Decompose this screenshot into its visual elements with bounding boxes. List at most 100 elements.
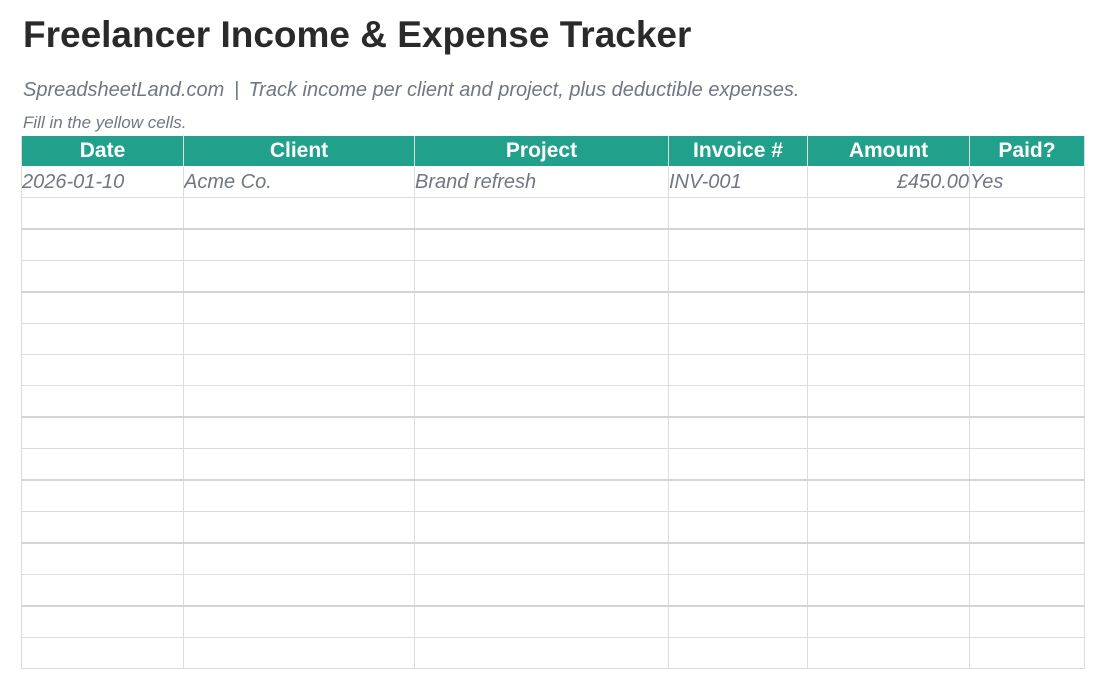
cell-amount[interactable] [807,260,970,293]
cell-project[interactable] [414,354,669,386]
cell-client[interactable] [183,197,415,230]
cell-client[interactable] [183,511,415,544]
cell-project[interactable] [414,197,669,230]
cell-date[interactable] [21,197,184,230]
cell-client[interactable] [183,323,415,355]
cell-amount[interactable]: £450.00 [807,166,970,198]
cell-date[interactable] [21,416,184,449]
cell-project[interactable] [414,385,669,418]
cell-paid[interactable] [969,637,1085,669]
cell-paid[interactable] [969,354,1085,386]
cell-client[interactable] [183,260,415,293]
cell-amount[interactable] [807,511,970,544]
cell-project[interactable]: Brand refresh [414,166,669,198]
cell-invoice[interactable] [668,448,808,481]
cell-date[interactable] [21,323,184,355]
cell-invoice[interactable] [668,542,808,575]
cell-paid[interactable] [969,574,1085,607]
cell-amount[interactable] [807,605,970,638]
cell-project[interactable] [414,637,669,669]
cell-date[interactable] [21,542,184,575]
cell-amount[interactable] [807,228,970,261]
cell-project[interactable] [414,574,669,607]
cell-invoice[interactable] [668,637,808,669]
cell-client[interactable] [183,291,415,324]
cell-client[interactable] [183,479,415,512]
cell-client[interactable] [183,605,415,638]
cell-project[interactable] [414,605,669,638]
cell-project[interactable] [414,291,669,324]
column-header-invoice[interactable]: Invoice # [668,135,808,167]
cell-invoice[interactable] [668,228,808,261]
cell-date[interactable]: 2026-01-10 [21,166,184,198]
column-header-paid[interactable]: Paid? [969,135,1085,167]
cell-client[interactable] [183,354,415,386]
cell-date[interactable] [21,260,184,293]
cell-paid[interactable] [969,605,1085,638]
cell-client[interactable] [183,448,415,481]
cell-date[interactable] [21,448,184,481]
cell-date[interactable] [21,605,184,638]
cell-client[interactable]: Acme Co. [183,166,415,198]
cell-date[interactable] [21,354,184,386]
cell-client[interactable] [183,416,415,449]
cell-paid[interactable] [969,542,1085,575]
cell-paid[interactable] [969,448,1085,481]
cell-amount[interactable] [807,416,970,449]
column-header-date[interactable]: Date [21,135,184,167]
cell-project[interactable] [414,448,669,481]
cell-invoice[interactable] [668,511,808,544]
cell-project[interactable] [414,323,669,355]
cell-project[interactable] [414,260,669,293]
cell-date[interactable] [21,511,184,544]
cell-date[interactable] [21,291,184,324]
cell-paid[interactable] [969,511,1085,544]
cell-client[interactable] [183,574,415,607]
cell-date[interactable] [21,479,184,512]
cell-client[interactable] [183,542,415,575]
cell-amount[interactable] [807,448,970,481]
cell-client[interactable] [183,385,415,418]
cell-paid[interactable] [969,291,1085,324]
cell-invoice[interactable] [668,479,808,512]
cell-invoice[interactable] [668,574,808,607]
cell-project[interactable] [414,479,669,512]
cell-project[interactable] [414,228,669,261]
cell-paid[interactable] [969,385,1085,418]
cell-amount[interactable] [807,479,970,512]
cell-project[interactable] [414,416,669,449]
cell-invoice[interactable] [668,605,808,638]
cell-paid[interactable] [969,479,1085,512]
cell-invoice[interactable] [668,323,808,355]
cell-date[interactable] [21,574,184,607]
cell-date[interactable] [21,228,184,261]
cell-invoice[interactable] [668,291,808,324]
cell-project[interactable] [414,542,669,575]
cell-paid[interactable] [969,416,1085,449]
cell-invoice[interactable] [668,385,808,418]
cell-invoice[interactable] [668,354,808,386]
cell-amount[interactable] [807,385,970,418]
cell-paid[interactable] [969,228,1085,261]
cell-amount[interactable] [807,574,970,607]
cell-date[interactable] [21,385,184,418]
cell-date[interactable] [21,637,184,669]
cell-amount[interactable] [807,637,970,669]
cell-paid[interactable] [969,197,1085,230]
cell-invoice[interactable] [668,416,808,449]
column-header-amount[interactable]: Amount [807,135,970,167]
cell-amount[interactable] [807,542,970,575]
cell-paid[interactable] [969,260,1085,293]
cell-client[interactable] [183,228,415,261]
column-header-client[interactable]: Client [183,135,415,167]
cell-client[interactable] [183,637,415,669]
cell-amount[interactable] [807,291,970,324]
cell-invoice[interactable] [668,197,808,230]
column-header-project[interactable]: Project [414,135,669,167]
cell-project[interactable] [414,511,669,544]
cell-invoice[interactable]: INV-001 [668,166,808,198]
cell-amount[interactable] [807,323,970,355]
cell-amount[interactable] [807,197,970,230]
cell-invoice[interactable] [668,260,808,293]
cell-amount[interactable] [807,354,970,386]
